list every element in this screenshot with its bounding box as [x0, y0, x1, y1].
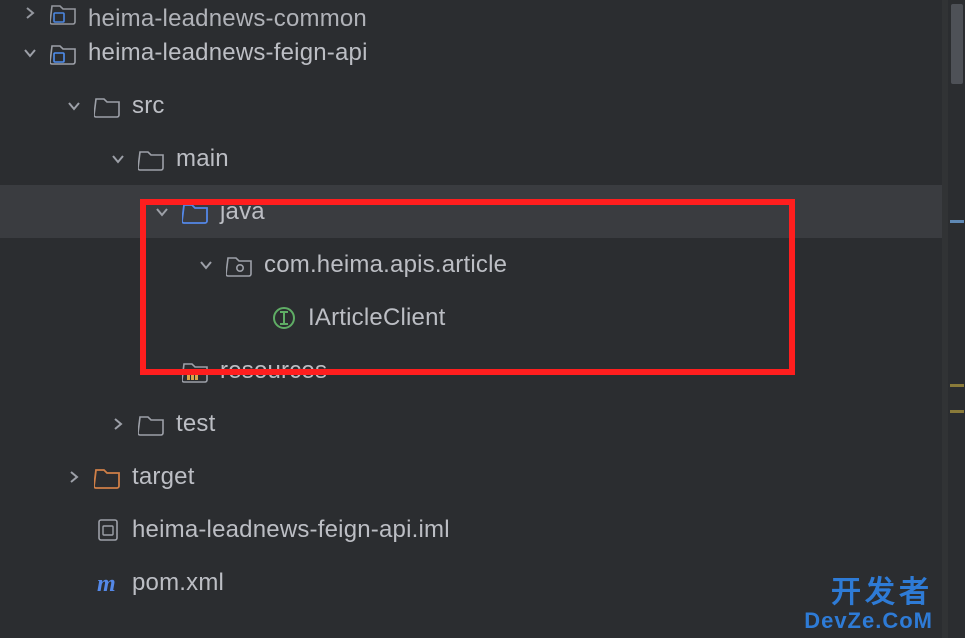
interface-icon [270, 306, 298, 330]
chevron-right-icon[interactable] [64, 467, 84, 487]
scrollbar-thumb[interactable] [951, 4, 963, 84]
tree-item[interactable]: heima-leadnews-common [0, 0, 965, 26]
tree-item-label: target [132, 463, 195, 491]
tree-item-label: resources [220, 357, 327, 385]
iml-file-icon [94, 518, 122, 542]
folder-icon [138, 147, 166, 171]
tree-item-label: java [220, 198, 265, 226]
tree-item[interactable]: test [0, 397, 965, 450]
tree-item[interactable]: java [0, 185, 965, 238]
tree-item-label: test [176, 410, 215, 438]
chevron-down-icon[interactable] [152, 202, 172, 222]
tree-item[interactable]: heima-leadnews-feign-api [0, 26, 965, 79]
target-folder-icon [94, 465, 122, 489]
tree-item[interactable]: heima-leadnews-feign-api.iml [0, 503, 965, 556]
svg-text:m: m [97, 571, 116, 595]
folder-icon [138, 412, 166, 436]
tree-item-label: com.heima.apis.article [264, 251, 507, 279]
module-folder-icon [50, 41, 78, 65]
chevron-down-icon[interactable] [196, 255, 216, 275]
tree-item-label: heima-leadnews-feign-api [88, 39, 368, 67]
maven-icon: m [94, 571, 122, 595]
tree-item[interactable]: IArticleClient [0, 291, 965, 344]
module-folder-icon [50, 1, 78, 25]
chevron-down-icon[interactable] [108, 149, 128, 169]
tree-item[interactable]: target [0, 450, 965, 503]
tree-item[interactable]: com.heima.apis.article [0, 238, 965, 291]
res-folder-icon [182, 359, 210, 383]
chevron-down-icon[interactable] [20, 43, 40, 63]
chevron-right-icon[interactable] [20, 3, 40, 23]
tree-item[interactable]: m pom.xml [0, 556, 965, 609]
tree-item[interactable]: resources [0, 344, 965, 397]
chevron-right-icon[interactable] [108, 414, 128, 434]
tree-item[interactable]: src [0, 79, 965, 132]
tree-item-label: heima-leadnews-feign-api.iml [132, 516, 450, 544]
src-folder-icon [182, 200, 210, 224]
tree-item[interactable]: main [0, 132, 965, 185]
folder-icon [94, 94, 122, 118]
chevron-down-icon[interactable] [64, 96, 84, 116]
tree-item-label: pom.xml [132, 569, 224, 597]
tree-item-label: src [132, 92, 165, 120]
tree-item-label: main [176, 145, 229, 173]
vertical-scrollbar[interactable] [947, 0, 965, 638]
tree-item-label: IArticleClient [308, 304, 446, 332]
package-icon [226, 253, 254, 277]
project-tree: heima-leadnews-common heima-leadnews-fei… [0, 0, 965, 609]
